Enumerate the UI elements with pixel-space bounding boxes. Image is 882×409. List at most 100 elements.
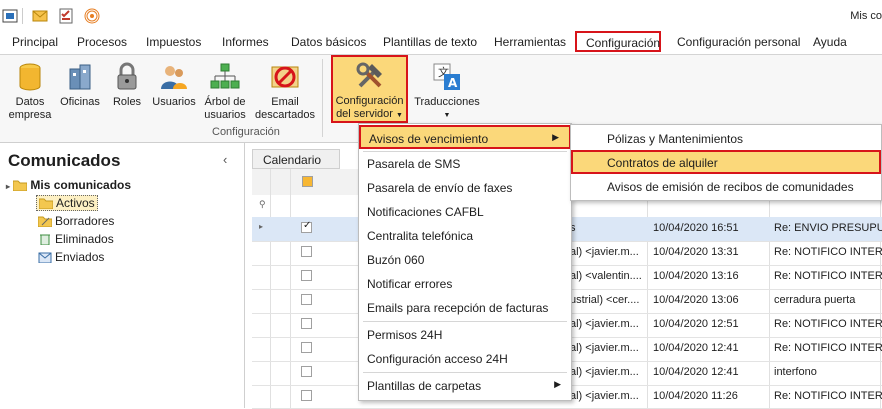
row-date: 10/04/2020 16:51 xyxy=(653,222,739,234)
dropdown-arrow-icon: ▼ xyxy=(395,112,403,119)
menu-item-notificar-errores[interactable]: Notificar errores xyxy=(359,272,571,296)
row-from: ustrial) <cer.... xyxy=(570,294,640,306)
row-from: al) <javier.m... xyxy=(570,366,639,378)
row-checkbox[interactable] xyxy=(301,390,312,401)
row-subject: Re: NOTIFICO INTERV xyxy=(774,270,882,282)
oficinas-button[interactable]: Oficinas xyxy=(58,55,102,109)
tab-principal[interactable]: Principal xyxy=(12,35,58,49)
row-date: 10/04/2020 12:51 xyxy=(653,318,739,330)
users-icon xyxy=(161,66,187,89)
folder-open-icon xyxy=(39,198,53,209)
translate-icon: 文A xyxy=(433,63,460,90)
tools-icon xyxy=(356,62,382,88)
row-subject: interfono xyxy=(774,366,817,378)
menu-item-notificaciones-cafbl[interactable]: Notificaciones CAFBL xyxy=(359,200,571,224)
arbol-usuarios-button[interactable]: Árbol de usuarios xyxy=(202,55,248,122)
row-subject: cerradura puerta xyxy=(774,294,856,306)
tree-item-borradores[interactable]: Borradores xyxy=(38,214,114,228)
collapse-icon[interactable]: ‹ xyxy=(223,152,227,167)
tab-informes[interactable]: Informes xyxy=(222,35,269,49)
tab-impuestos[interactable]: Impuestos xyxy=(146,35,201,49)
submenu-arrow-icon: ▶ xyxy=(554,379,561,389)
row-checkbox[interactable] xyxy=(301,366,312,377)
menu-separator xyxy=(363,372,567,373)
row-checkbox[interactable] xyxy=(301,294,312,305)
row-indicator-icon: ▸ xyxy=(259,222,264,231)
checklist-icon[interactable] xyxy=(58,8,74,24)
tree-item-enviados[interactable]: Enviados xyxy=(38,250,104,264)
row-subject: Re: NOTIFICO INTERV xyxy=(774,342,882,354)
row-from: al) <valentin.... xyxy=(570,270,642,282)
submenu-item-contratos-alquiler[interactable]: Contratos de alquiler xyxy=(571,150,881,174)
menu-item-configuracion-acceso-24h[interactable]: Configuración acceso 24H xyxy=(359,347,571,371)
menu-item-plantillas-carpetas[interactable]: Plantillas de carpetas ▶ xyxy=(359,374,571,398)
tree-root[interactable]: ▸ Mis comunicados xyxy=(6,178,131,192)
database-icon xyxy=(19,63,41,91)
filter-icon[interactable]: ⚲ xyxy=(259,199,266,210)
title-bar: Mis co xyxy=(0,0,882,32)
tab-datos-basicos[interactable]: Datos básicos xyxy=(291,35,366,49)
row-date: 10/04/2020 12:41 xyxy=(653,342,739,354)
email-icon[interactable] xyxy=(32,8,48,24)
row-date: 10/04/2020 13:06 xyxy=(653,294,739,306)
menu-item-buzon-060[interactable]: Buzón 060 xyxy=(359,248,571,272)
tab-ayuda[interactable]: Ayuda xyxy=(813,35,847,49)
usuarios-button[interactable]: Usuarios xyxy=(150,55,198,109)
tab-configuracion[interactable]: Configuración xyxy=(575,31,661,52)
tree-item-activos[interactable]: Activos xyxy=(36,195,98,211)
row-checkbox[interactable] xyxy=(301,246,312,257)
traducciones-button[interactable]: 文A Traducciones ▼ xyxy=(412,55,482,122)
expand-icon[interactable]: ▸ xyxy=(6,182,10,191)
tab-herramientas[interactable]: Herramientas xyxy=(494,35,566,49)
ribbon-group-label: Configuración xyxy=(212,126,280,138)
left-pane: Comunicados ‹ ▸ Mis comunicados Activos … xyxy=(0,143,245,408)
submenu-item-polizas[interactable]: Pólizas y Mantenimientos xyxy=(571,127,881,151)
ribbon-separator xyxy=(322,59,323,137)
trash-icon xyxy=(40,234,50,245)
menu-item-avisos-vencimiento[interactable]: Avisos de vencimiento ▶ xyxy=(359,125,571,149)
tab-calendario[interactable]: Calendario xyxy=(252,149,340,169)
row-date: 10/04/2020 11:26 xyxy=(653,390,738,402)
draft-icon xyxy=(38,216,52,227)
row-subject: Re: NOTIFICO INTERV xyxy=(774,390,882,402)
svg-text:A: A xyxy=(448,76,458,90)
server-config-menu: Avisos de vencimiento ▶ Pasarela de SMS P… xyxy=(358,123,572,401)
app-icon[interactable] xyxy=(2,8,18,24)
menu-item-pasarela-faxes[interactable]: Pasarela de envío de faxes xyxy=(359,176,571,200)
menu-item-centralita[interactable]: Centralita telefónica xyxy=(359,224,571,248)
row-checkbox[interactable]: ✓ xyxy=(301,220,312,233)
sent-icon xyxy=(38,252,52,263)
folder-icon xyxy=(13,180,28,191)
submenu-item-avisos-recibos[interactable]: Avisos de emisión de recibos de comunida… xyxy=(571,175,881,199)
tree-item-eliminados[interactable]: Eliminados xyxy=(38,232,114,246)
broadcast-icon[interactable] xyxy=(84,8,100,24)
tab-procesos[interactable]: Procesos xyxy=(77,35,127,49)
row-subject: Re: ENVIO PRESUPUES xyxy=(774,222,882,234)
roles-button[interactable]: Roles xyxy=(108,55,146,109)
row-checkbox[interactable] xyxy=(301,318,312,329)
tab-configuracion-personal[interactable]: Configuración personal xyxy=(677,35,800,49)
menu-separator xyxy=(363,321,567,322)
tab-plantillas-texto[interactable]: Plantillas de texto xyxy=(383,35,477,49)
menu-item-pasarela-sms[interactable]: Pasarela de SMS xyxy=(359,152,571,176)
row-checkbox[interactable] xyxy=(301,270,312,281)
pane-title: Comunicados xyxy=(8,151,121,170)
email-descartados-button[interactable]: Email descartados xyxy=(253,55,317,122)
configuracion-servidor-button[interactable]: Configuración del servidor ▼ xyxy=(331,55,408,123)
menu-item-emails-facturas[interactable]: Emails para recepción de facturas xyxy=(359,296,571,320)
datos-empresa-button[interactable]: Datos empresa xyxy=(4,55,56,122)
header-flag-icon[interactable] xyxy=(302,176,313,187)
row-subject: Re: NOTIFICO INTERV xyxy=(774,246,882,258)
row-checkbox[interactable] xyxy=(301,342,312,353)
row-from: al) <javier.m... xyxy=(570,390,639,402)
row-subject: Re: NOTIFICO INTERV xyxy=(774,318,882,330)
menu-item-permisos-24h[interactable]: Permisos 24H xyxy=(359,323,571,347)
email-discard-icon xyxy=(271,66,299,88)
menu-bar: Principal Procesos Impuestos Informes Da… xyxy=(0,32,882,55)
row-from: al) <javier.m... xyxy=(570,342,639,354)
dropdown-arrow-icon: ▼ xyxy=(443,112,451,119)
row-from: al) <javier.m... xyxy=(570,246,639,258)
tree-icon xyxy=(210,63,240,89)
submenu-arrow-icon: ▶ xyxy=(552,132,559,142)
office-icon xyxy=(69,64,91,90)
